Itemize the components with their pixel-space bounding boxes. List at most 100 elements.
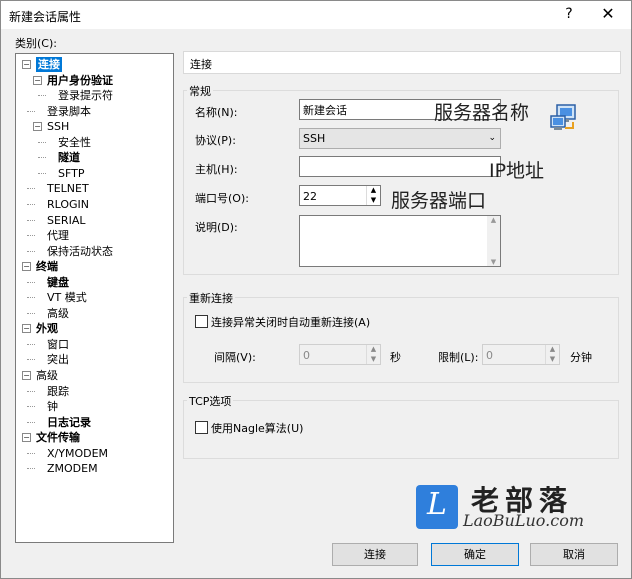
category-label: 类别(C): bbox=[15, 37, 57, 50]
port-value: 22 bbox=[303, 190, 317, 203]
spin-down-icon[interactable]: ▼ bbox=[367, 196, 380, 206]
tree-connector bbox=[38, 141, 46, 143]
spin-up-icon[interactable]: ▲ bbox=[546, 345, 559, 355]
protocol-value: SSH bbox=[303, 132, 326, 145]
tree-item[interactable]: 终端 bbox=[36, 259, 58, 274]
limit-value: 0 bbox=[486, 349, 493, 362]
tree-connector bbox=[27, 359, 35, 361]
tree-connector bbox=[27, 297, 35, 299]
tree-connector bbox=[27, 250, 35, 252]
tree-expander-icon[interactable]: − bbox=[22, 433, 31, 443]
panel-header-title: 连接 bbox=[190, 58, 212, 71]
spin-down-icon[interactable]: ▼ bbox=[546, 355, 559, 365]
watermark-logo-letter: L bbox=[427, 487, 447, 522]
nagle-checkbox[interactable] bbox=[195, 421, 208, 434]
tree-item[interactable]: 隧道 bbox=[58, 150, 80, 165]
tree-item[interactable]: 登录脚本 bbox=[47, 104, 91, 119]
tree-item[interactable]: 文件传输 bbox=[36, 430, 80, 445]
tree-item[interactable]: 代理 bbox=[47, 228, 69, 243]
chevron-down-icon: ⌄ bbox=[488, 133, 496, 143]
tree-item[interactable]: TELNET bbox=[47, 181, 89, 196]
tree-item[interactable]: SFTP bbox=[58, 166, 84, 181]
cancel-button[interactable]: 取消 bbox=[530, 543, 618, 566]
annotation-server-name: 服务器名称 bbox=[434, 102, 530, 124]
window-title: 新建会话属性 bbox=[9, 10, 82, 24]
name-label: 名称(N): bbox=[195, 106, 238, 119]
tree-item[interactable]: VT 模式 bbox=[47, 290, 87, 305]
tree-item[interactable]: 日志记录 bbox=[47, 415, 91, 430]
ok-button[interactable]: 确定 bbox=[431, 543, 519, 566]
tree-item[interactable]: 用户身份验证 bbox=[47, 73, 113, 88]
tree-item[interactable]: SSH bbox=[47, 119, 69, 134]
tree-item[interactable]: ZMODEM bbox=[47, 461, 98, 476]
tree-item[interactable]: 钟 bbox=[47, 399, 58, 414]
spin-down-icon[interactable]: ▼ bbox=[367, 355, 380, 365]
tree-item[interactable]: 突出 bbox=[47, 352, 69, 367]
tree-connector bbox=[27, 281, 35, 283]
annotation-ip: IP地址 bbox=[489, 160, 545, 182]
connect-button[interactable]: 连接 bbox=[332, 543, 418, 566]
protocol-label: 协议(P): bbox=[195, 134, 236, 147]
tree-expander-icon[interactable]: − bbox=[22, 60, 31, 69]
tree-item[interactable]: 跟踪 bbox=[47, 384, 69, 399]
panel-header: 连接 bbox=[183, 51, 621, 74]
tree-connector bbox=[27, 235, 35, 237]
tree-expander-icon[interactable]: − bbox=[22, 262, 31, 272]
tree-item[interactable]: 高级 bbox=[47, 306, 69, 321]
auto-reconnect-checkbox[interactable] bbox=[195, 315, 208, 328]
scroll-up-icon[interactable]: ▲ bbox=[487, 216, 500, 224]
tree-item[interactable]: X/YMODEM bbox=[47, 446, 108, 461]
tree-expander-icon[interactable]: − bbox=[22, 371, 31, 380]
reconnect-group bbox=[183, 297, 619, 383]
tree-item[interactable]: 登录提示符 bbox=[58, 88, 113, 103]
close-button[interactable]: ✕ bbox=[597, 4, 619, 23]
tree-item[interactable]: 键盘 bbox=[47, 275, 69, 290]
tree-item[interactable]: 保持活动状态 bbox=[47, 244, 113, 259]
title-bar: 新建会话属性 ? ✕ bbox=[1, 1, 631, 29]
tree-item[interactable]: SERIAL bbox=[47, 213, 85, 228]
tree-connector bbox=[27, 390, 35, 392]
tree-connector bbox=[38, 95, 46, 97]
tree-item[interactable]: 安全性 bbox=[58, 135, 91, 150]
tree-connector bbox=[27, 203, 35, 205]
help-button[interactable]: ? bbox=[559, 6, 579, 22]
tcp-group-title: TCP选项 bbox=[187, 393, 234, 409]
port-input[interactable]: 22 ▲ ▼ bbox=[299, 185, 381, 206]
host-label: 主机(H): bbox=[195, 163, 238, 176]
interval-input[interactable]: 0 ▲ ▼ bbox=[299, 344, 381, 365]
tree-connector bbox=[27, 188, 35, 190]
tree-connector bbox=[38, 157, 46, 159]
tree-expander-icon[interactable]: − bbox=[22, 324, 31, 334]
tree-item[interactable]: RLOGIN bbox=[47, 197, 89, 212]
port-spinner[interactable]: ▲ ▼ bbox=[366, 186, 380, 205]
network-computer-icon bbox=[549, 104, 579, 134]
host-input[interactable] bbox=[299, 156, 501, 177]
interval-label: 间隔(V): bbox=[214, 351, 256, 364]
tree-item[interactable]: 外观 bbox=[36, 321, 58, 336]
annotation-port: 服务器端口 bbox=[391, 190, 487, 212]
tree-item[interactable]: 高级 bbox=[36, 368, 58, 383]
interval-spinner[interactable]: ▲ ▼ bbox=[366, 345, 380, 364]
textarea-scrollbar[interactable]: ▲ ▼ bbox=[487, 216, 500, 266]
tree-item[interactable]: 连接 bbox=[36, 57, 62, 72]
spin-up-icon[interactable]: ▲ bbox=[367, 345, 380, 355]
tree-item[interactable]: 窗口 bbox=[47, 337, 69, 352]
seconds-unit: 秒 bbox=[390, 351, 401, 364]
spin-up-icon[interactable]: ▲ bbox=[367, 186, 380, 196]
dialog-window: 新建会话属性 ? ✕ 类别(C): − 连接 − 用户身份验证 登录提示符 登录脚本 − SS… bbox=[0, 0, 632, 579]
description-label: 说明(D): bbox=[195, 221, 238, 234]
scroll-down-icon[interactable]: ▼ bbox=[487, 258, 500, 266]
limit-spinner[interactable]: ▲ ▼ bbox=[545, 345, 559, 364]
tree-connector bbox=[38, 172, 46, 174]
category-tree[interactable]: − 连接 − 用户身份验证 登录提示符 登录脚本 − SSH 安全性 隧道 SFTP TELNET RL… bbox=[15, 53, 174, 543]
watermark-en: LaoBuLuo.com bbox=[463, 511, 584, 530]
description-textarea[interactable]: ▲ ▼ bbox=[299, 215, 501, 267]
tree-expander-icon[interactable]: − bbox=[33, 75, 42, 85]
general-group-title: 常规 bbox=[187, 83, 213, 99]
tree-expander-icon[interactable]: − bbox=[33, 122, 42, 132]
protocol-select[interactable]: SSH ⌄ bbox=[299, 128, 501, 149]
tree-connector bbox=[27, 219, 35, 221]
port-label: 端口号(O): bbox=[195, 192, 249, 205]
limit-input[interactable]: 0 ▲ ▼ bbox=[482, 344, 560, 365]
tree-connector bbox=[27, 312, 35, 314]
